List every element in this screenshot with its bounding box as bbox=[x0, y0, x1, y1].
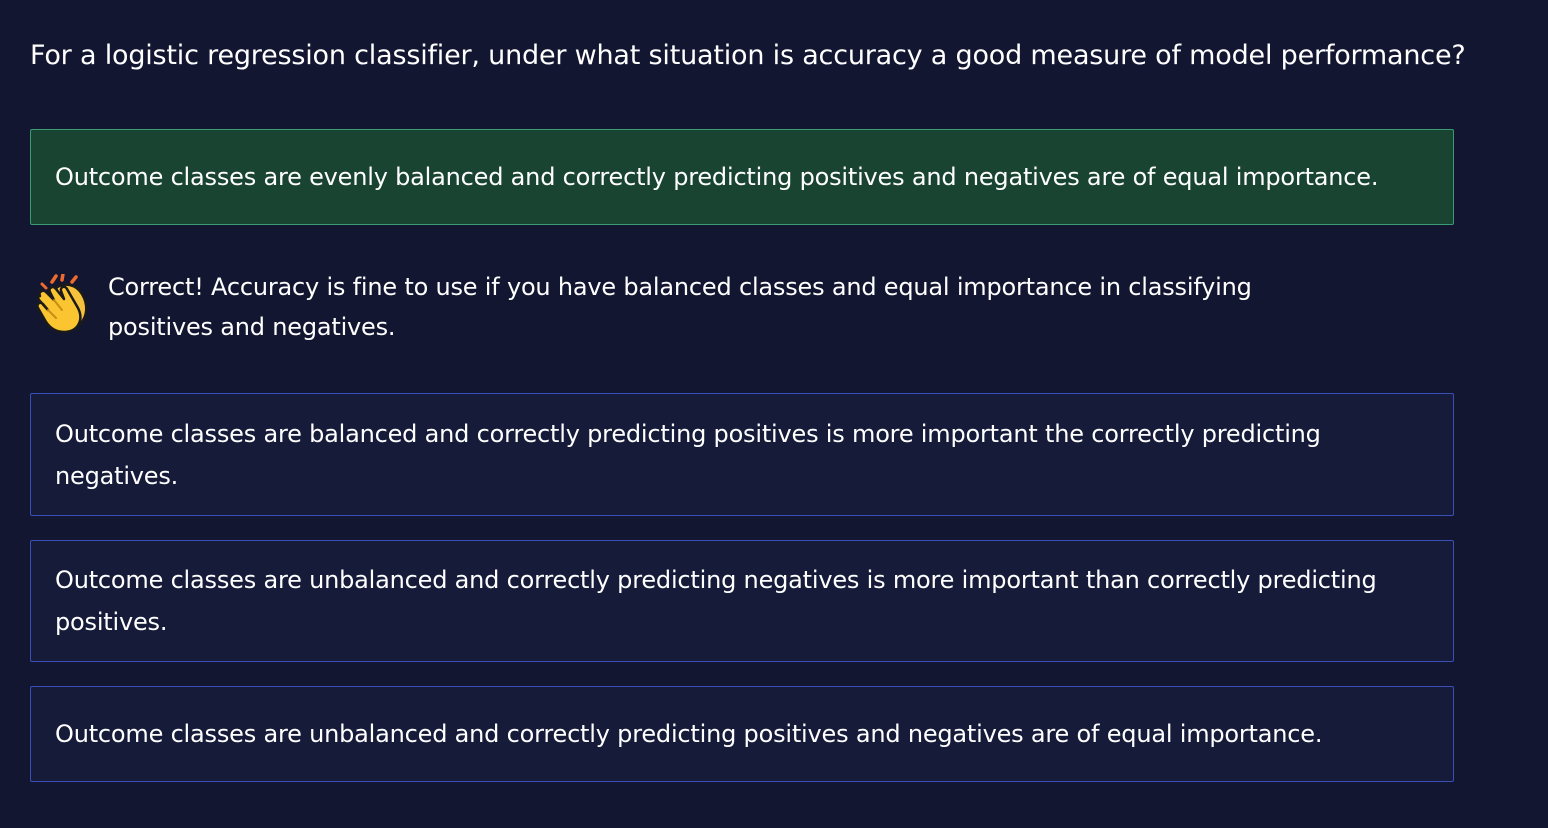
question-text: For a logistic regression classifier, un… bbox=[30, 40, 1466, 71]
answer-option[interactable]: Outcome classes are balanced and correct… bbox=[30, 393, 1454, 516]
answer-option[interactable]: Outcome classes are unbalanced and corre… bbox=[30, 540, 1454, 662]
feedback-message: Correct! Accuracy is fine to use if you … bbox=[34, 266, 1364, 350]
clapping-hands-icon bbox=[36, 274, 88, 334]
answer-option-label: Outcome classes are evenly balanced and … bbox=[55, 163, 1379, 191]
answer-option[interactable]: Outcome classes are unbalanced and corre… bbox=[30, 686, 1454, 782]
answer-option-label: Outcome classes are balanced and correct… bbox=[55, 419, 1321, 490]
answer-option-label: Outcome classes are unbalanced and corre… bbox=[55, 566, 1377, 636]
answer-option-label: Outcome classes are unbalanced and corre… bbox=[55, 720, 1323, 748]
feedback-text: Correct! Accuracy is fine to use if you … bbox=[108, 273, 1252, 341]
answer-option-correct[interactable]: Outcome classes are evenly balanced and … bbox=[30, 129, 1454, 225]
quiz-page: For a logistic regression classifier, un… bbox=[0, 0, 1548, 828]
